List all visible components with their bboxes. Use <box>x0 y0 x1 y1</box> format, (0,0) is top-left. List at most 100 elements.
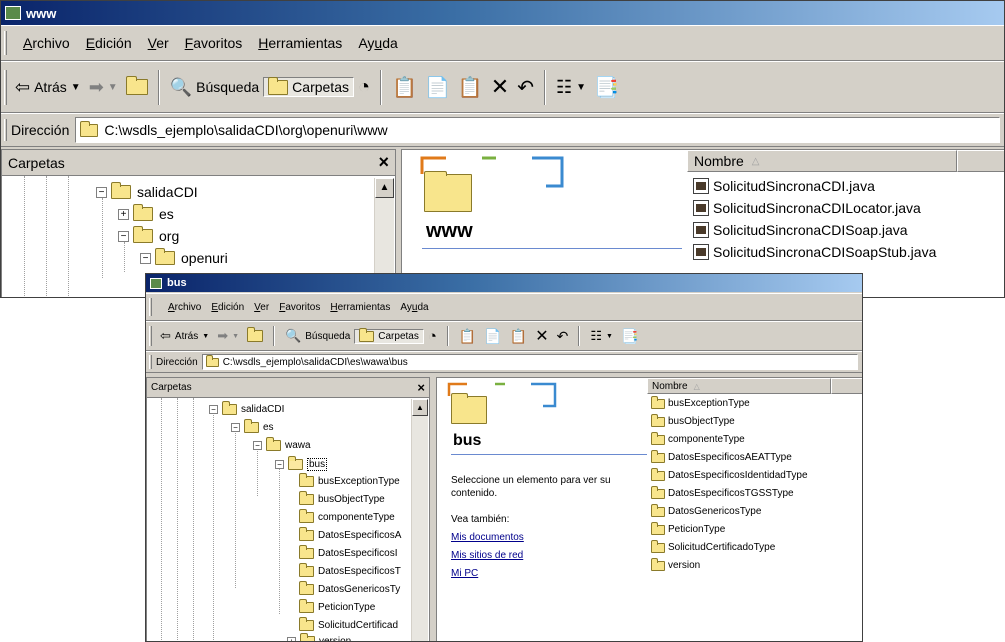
tree-item[interactable]: SolicitudCertificad <box>299 617 398 631</box>
delete-button[interactable]: ✕ <box>487 73 513 101</box>
menu-favoritos[interactable]: Favoritos <box>279 302 320 313</box>
expand-icon[interactable]: + <box>287 637 296 641</box>
collapse-icon[interactable]: − <box>231 423 240 432</box>
tree-item[interactable]: − wawa <box>253 437 311 451</box>
expand-icon[interactable]: + <box>118 208 129 220</box>
collapse-icon[interactable]: − <box>140 252 151 264</box>
file-item[interactable]: SolicitudSincronaCDILocator.java <box>693 200 921 216</box>
address-grip[interactable] <box>149 355 152 369</box>
menu-archivo[interactable]: Archivo <box>23 35 70 51</box>
address-grip[interactable] <box>4 118 7 142</box>
menu-ayuda[interactable]: Ayuda <box>358 35 397 51</box>
file-item[interactable]: version <box>651 557 700 571</box>
address-input[interactable]: C:\wsdls_ejemplo\salidaCDI\org\openuri\w… <box>75 117 1000 143</box>
menu-herramientas[interactable]: Herramientas <box>258 35 342 51</box>
menu-ver[interactable]: Ver <box>254 302 269 313</box>
file-item[interactable]: busExceptionType <box>651 395 750 409</box>
up-folder-button[interactable] <box>122 76 152 96</box>
tree-item[interactable]: DatosEspecificosA <box>299 527 401 541</box>
file-item[interactable]: DatosGenericosType <box>651 503 761 517</box>
collapse-icon[interactable]: − <box>118 230 129 242</box>
scroll-up-icon[interactable]: ▲ <box>412 399 428 416</box>
column-header-name[interactable]: Nombre △ <box>647 378 831 394</box>
tree-item[interactable]: componenteType <box>299 509 395 523</box>
menu-ayuda[interactable]: Ayuda <box>400 302 428 313</box>
paste-button[interactable]: 📋 <box>454 74 487 101</box>
link-mi-pc[interactable]: Mi PC <box>451 568 478 579</box>
close-icon[interactable]: × <box>417 380 425 395</box>
file-item[interactable]: PeticionType <box>651 521 725 535</box>
folders-button[interactable]: Carpetas <box>263 76 354 97</box>
link-mis-sitios-de-red[interactable]: Mis sitios de red <box>451 550 523 561</box>
title-bar[interactable]: www <box>1 1 1004 25</box>
tree-item[interactable]: DatosEspecificosT <box>299 563 401 577</box>
undo-button[interactable]: ↶ <box>513 74 538 101</box>
file-item[interactable]: busObjectType <box>651 413 735 427</box>
tree-item[interactable]: − salidaCDI <box>209 401 284 415</box>
move-to-button[interactable]: 📋 <box>455 327 480 346</box>
menu-herramientas[interactable]: Herramientas <box>330 302 390 313</box>
close-icon[interactable]: × <box>378 152 389 173</box>
tree-item[interactable]: PeticionType <box>299 599 375 613</box>
tree-item[interactable]: DatosEspecificosI <box>299 545 397 559</box>
menu-grip[interactable] <box>4 31 7 55</box>
menu-archivo[interactable]: Archivo <box>168 302 201 313</box>
tree-item[interactable]: busObjectType <box>299 491 385 505</box>
file-item[interactable]: DatosEspecificosAEATType <box>651 449 792 463</box>
tree-item[interactable]: − org <box>118 226 179 244</box>
tree-item-selected[interactable]: − bus <box>275 456 328 471</box>
menu-favoritos[interactable]: Favoritos <box>185 35 243 51</box>
address-input[interactable]: C:\wsdls_ejemplo\salidaCDI\es\wawa\bus <box>201 354 858 370</box>
tree-item[interactable]: − es <box>231 419 274 433</box>
copy-to-button[interactable]: 📄 <box>480 327 505 346</box>
views-button[interactable]: ☷ ▼ <box>586 327 617 345</box>
folders-button[interactable]: Carpetas <box>354 327 424 344</box>
file-item[interactable]: SolicitudSincronaCDISoapStub.java <box>693 244 936 260</box>
delete-button[interactable]: ✕ <box>531 325 552 347</box>
move-to-button[interactable]: 📋 <box>388 74 421 101</box>
tree-item[interactable]: + version <box>287 633 351 641</box>
menu-edicion[interactable]: Edición <box>211 302 244 313</box>
collapse-icon[interactable]: − <box>96 186 107 198</box>
file-item[interactable]: DatosEspecificosIdentidadType <box>651 467 808 481</box>
paste-button[interactable]: 📋 <box>506 327 531 346</box>
undo-button[interactable]: ↶ <box>553 327 573 346</box>
scrollbar[interactable]: ▲ <box>411 399 428 641</box>
copy-to-button[interactable]: 📄 <box>421 74 454 101</box>
search-button[interactable]: 🔍 Búsqueda <box>166 76 263 99</box>
tree-item[interactable]: DatosGenericosTy <box>299 581 400 595</box>
toolbar-grip[interactable] <box>149 326 152 346</box>
up-folder-button[interactable] <box>243 327 267 343</box>
collapse-icon[interactable]: − <box>209 405 218 414</box>
back-button[interactable]: ⇦ Atrás ▼ <box>11 76 85 99</box>
file-item[interactable]: SolicitudCertificadoType <box>651 539 775 553</box>
column-header-name[interactable]: Nombre △ <box>687 150 957 172</box>
forward-button[interactable]: ➡ ▼ <box>213 327 243 345</box>
tree-item[interactable]: + es <box>118 204 174 222</box>
menu-ver[interactable]: Ver <box>148 35 169 51</box>
tree-item[interactable]: busExceptionType <box>299 473 400 487</box>
back-button[interactable]: ⇦ Atrás ▼ <box>156 327 213 345</box>
properties-button[interactable]: 📑 <box>617 327 642 346</box>
scroll-up-icon[interactable]: ▲ <box>375 178 394 198</box>
file-item[interactable]: componenteType <box>651 431 745 445</box>
file-item[interactable]: SolicitudSincronaCDISoap.java <box>693 222 908 238</box>
collapse-icon[interactable]: − <box>253 441 262 450</box>
column-header-empty[interactable] <box>831 378 862 394</box>
tree-item[interactable]: − openuri <box>140 248 228 266</box>
history-button[interactable]: ◔ <box>424 327 441 346</box>
history-button[interactable]: ◔ <box>354 75 374 100</box>
title-bar[interactable]: bus <box>146 274 862 292</box>
toolbar-grip[interactable] <box>4 69 7 105</box>
views-button[interactable]: ☷ ▼ <box>552 76 590 99</box>
forward-button[interactable]: ➡ ▼ <box>85 76 122 99</box>
file-item[interactable]: DatosEspecificosTGSSType <box>651 485 794 499</box>
link-mis-documentos[interactable]: Mis documentos <box>451 532 524 543</box>
file-item[interactable]: SolicitudSincronaCDI.java <box>693 178 875 194</box>
properties-button[interactable]: 📑 <box>590 74 623 101</box>
collapse-icon[interactable]: − <box>275 460 284 469</box>
menu-grip[interactable] <box>149 297 152 317</box>
column-header-empty[interactable] <box>957 150 1004 172</box>
search-button[interactable]: 🔍 Búsqueda <box>281 327 354 345</box>
tree-item[interactable]: − salidaCDI <box>96 182 198 200</box>
